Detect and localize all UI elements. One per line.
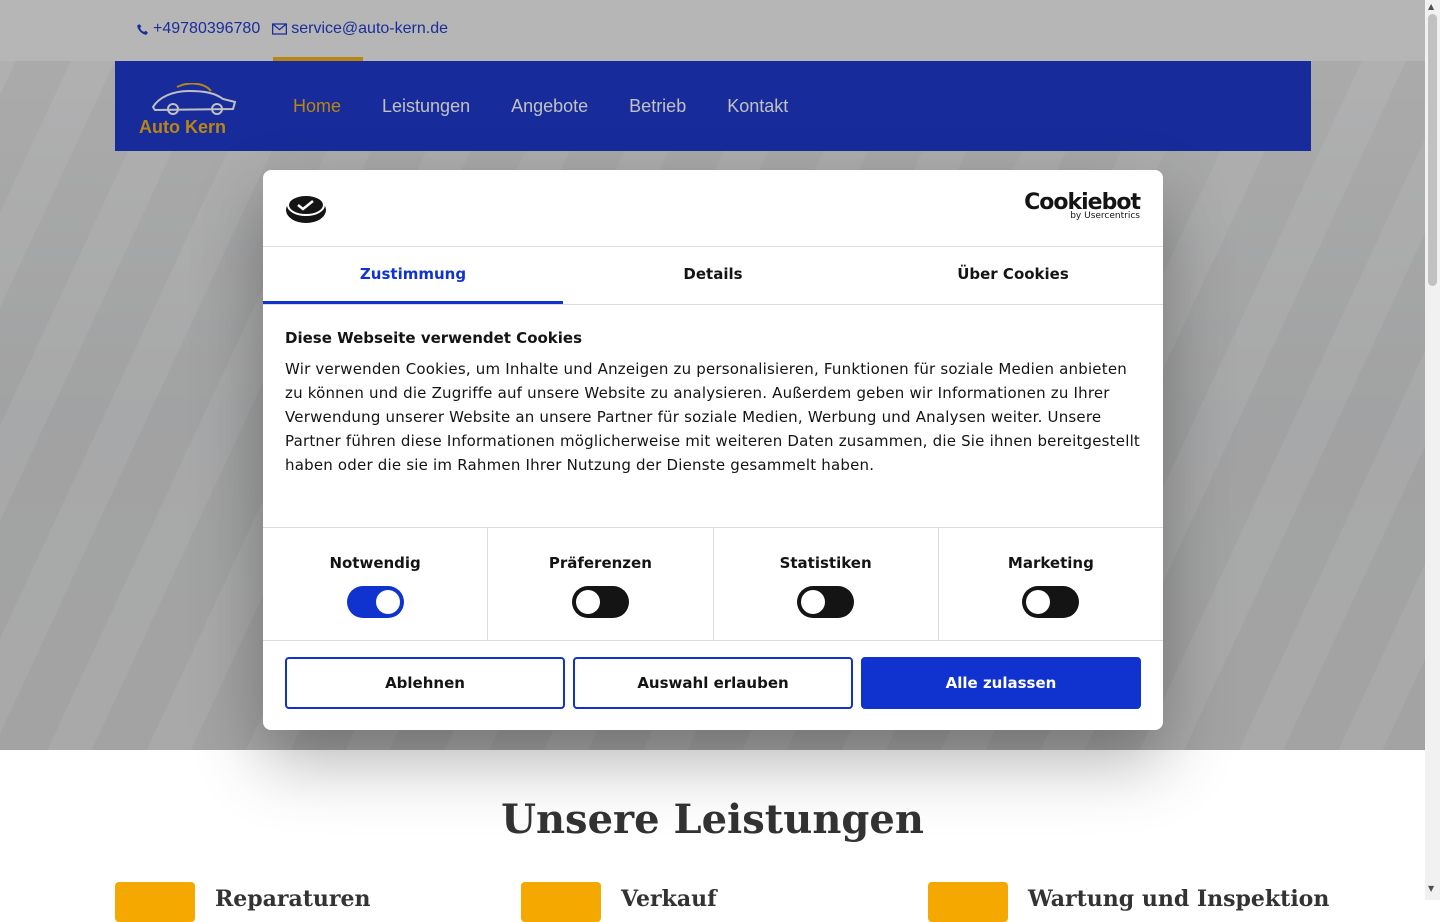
- page-scrollbar[interactable]: ▲ ▼: [1425, 0, 1440, 900]
- scroll-up-arrow-icon[interactable]: ▲: [1428, 2, 1434, 11]
- allow-all-button[interactable]: Alle zulassen: [861, 657, 1141, 709]
- dialog-tabs: Zustimmung Details Über Cookies: [263, 247, 1163, 305]
- scroll-down-arrow-icon[interactable]: ▼: [1428, 884, 1434, 893]
- dialog-heading: Diese Webseite verwendet Cookies: [285, 329, 583, 347]
- toggle-statistiken[interactable]: [797, 586, 855, 618]
- service-icon: [928, 882, 1008, 922]
- category-label: Präferenzen: [548, 554, 652, 572]
- toggle-knob: [801, 590, 826, 614]
- service-icon: [115, 882, 195, 922]
- category-statistiken: Statistiken: [714, 528, 939, 640]
- scroll-thumb[interactable]: [1428, 14, 1437, 286]
- dialog-text: Wir verwenden Cookies, um Inhalte und An…: [285, 360, 1141, 474]
- service-card[interactable]: Verkauf: [521, 882, 717, 922]
- cookiebot-brand[interactable]: Cookiebot by Usercentrics: [1024, 190, 1141, 221]
- tab-ueber-cookies[interactable]: Über Cookies: [863, 247, 1163, 304]
- dialog-header: Cookiebot by Usercentrics: [263, 170, 1163, 247]
- toggle-marketing[interactable]: [1022, 586, 1080, 618]
- category-marketing: Marketing: [939, 528, 1163, 640]
- dialog-body: Diese Webseite verwendet Cookies Wir ver…: [263, 305, 1163, 528]
- toggle-praeferenzen[interactable]: [571, 586, 629, 618]
- tab-details[interactable]: Details: [563, 247, 863, 304]
- cookie-logo-icon: [286, 194, 326, 223]
- service-title: Reparaturen: [215, 886, 371, 912]
- cookie-consent-dialog: Cookiebot by Usercentrics Zustimmung Det…: [263, 170, 1163, 730]
- decline-button[interactable]: Ablehnen: [285, 657, 565, 709]
- toggle-notwendig[interactable]: [346, 586, 404, 618]
- category-label: Statistiken: [779, 554, 872, 572]
- toggle-knob: [1026, 590, 1051, 614]
- allow-selection-button[interactable]: Auswahl erlauben: [573, 657, 853, 709]
- tab-zustimmung[interactable]: Zustimmung: [263, 247, 563, 304]
- service-card[interactable]: Reparaturen: [115, 882, 371, 922]
- service-title: Wartung und Inspektion: [1028, 886, 1330, 912]
- category-label: Notwendig: [329, 554, 421, 572]
- category-label: Marketing: [1007, 554, 1094, 572]
- category-notwendig: Notwendig: [263, 528, 489, 640]
- service-card[interactable]: Wartung und Inspektion: [928, 882, 1329, 922]
- toggle-knob: [575, 590, 600, 614]
- service-title: Verkauf: [621, 886, 717, 912]
- consent-categories: Notwendig Präferenzen Statistiken Market…: [263, 528, 1163, 641]
- dialog-buttons: Ablehnen Auswahl erlauben Alle zulassen: [263, 641, 1163, 725]
- toggle-knob: [375, 590, 400, 614]
- section-title: Unsere Leistungen: [501, 796, 924, 843]
- category-praeferenzen: Präferenzen: [488, 528, 714, 640]
- service-icon: [521, 882, 601, 922]
